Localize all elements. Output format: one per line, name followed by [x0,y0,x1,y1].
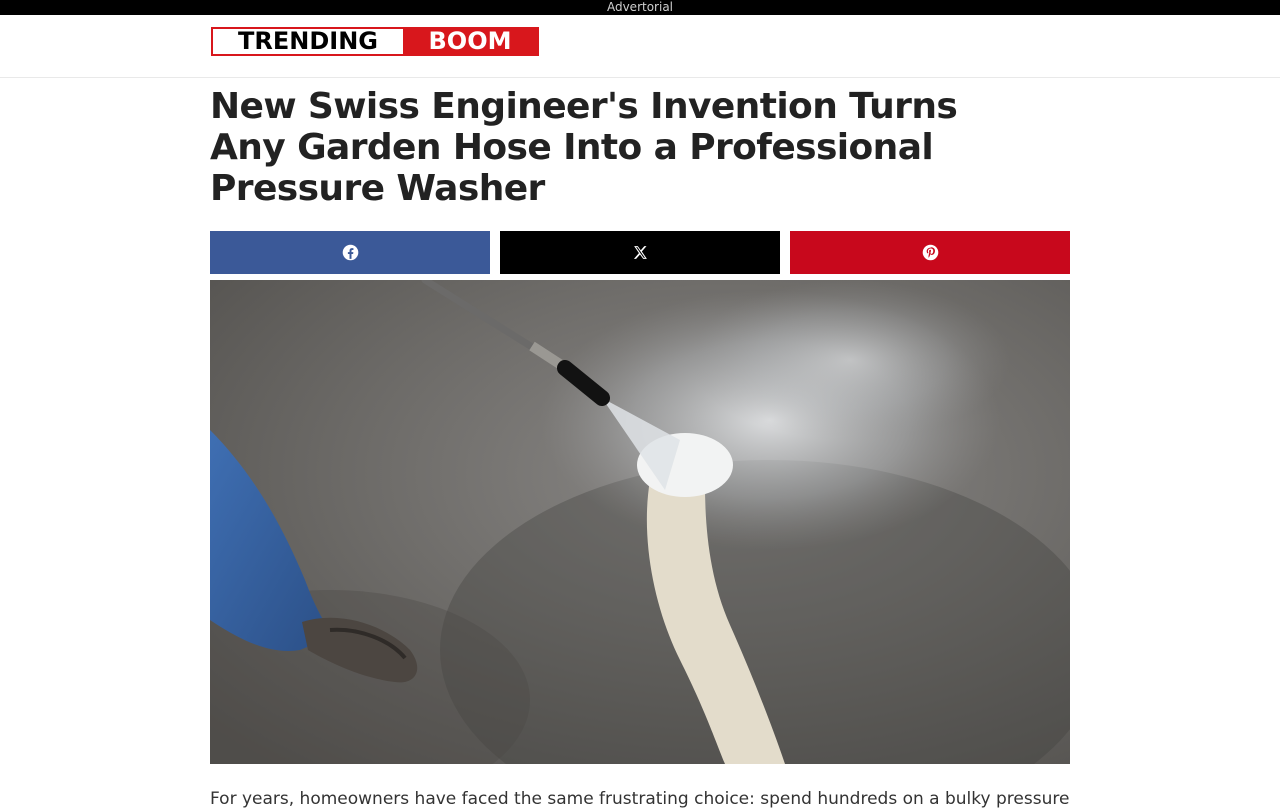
logo-text-trending: TRENDING [213,29,403,54]
site-header: TRENDING BOOM [0,15,1280,78]
article-headline: New Swiss Engineer's Invention Turns Any… [210,86,958,209]
share-pinterest-button[interactable] [790,231,1070,274]
advertorial-label: Advertorial [606,0,674,14]
facebook-icon [342,244,358,261]
logo-text-boom: BOOM [403,29,537,54]
advertorial-bar: Advertorial [0,0,1280,15]
pinterest-icon [922,244,938,261]
share-x-button[interactable] [500,231,780,274]
share-facebook-button[interactable] [210,231,490,274]
hero-image [210,280,1070,764]
article-intro: For years, homeowners have faced the sam… [210,789,1070,809]
pressure-washer-photo [210,280,1070,764]
x-icon [633,246,647,259]
share-buttons [210,231,1070,274]
article: New Swiss Engineer's Invention Turns Any… [210,86,1070,809]
site-logo[interactable]: TRENDING BOOM [211,27,539,56]
